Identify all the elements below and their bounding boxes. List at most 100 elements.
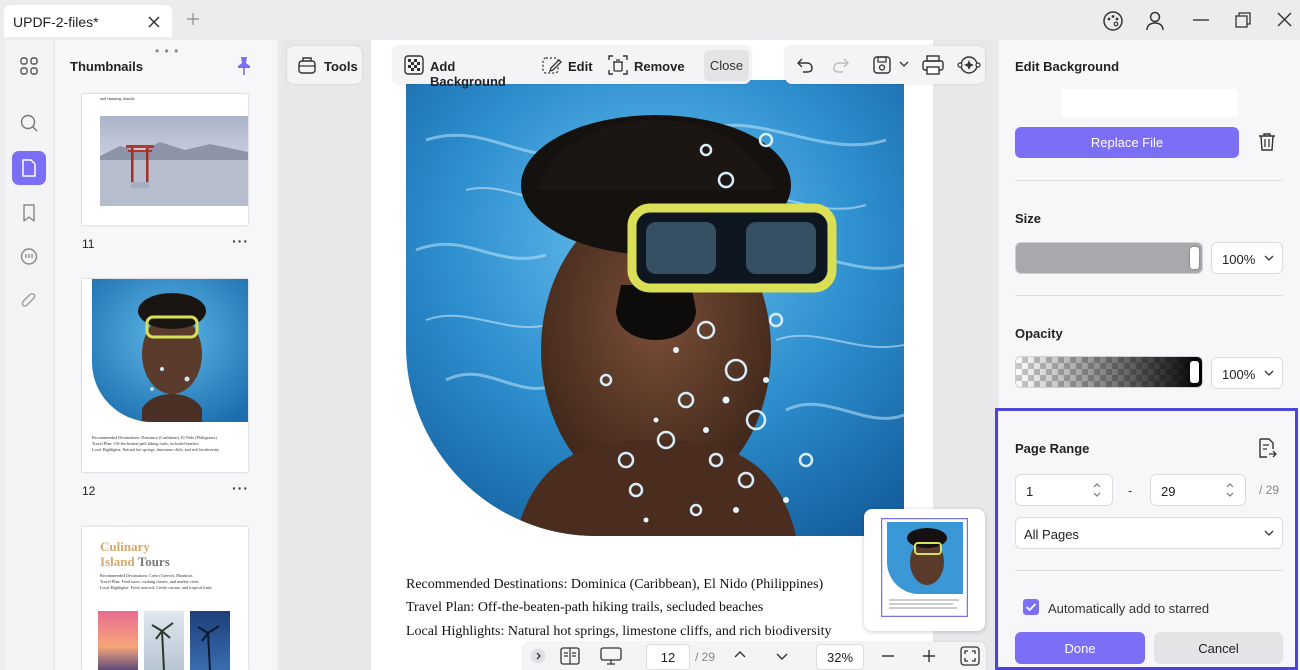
next-page-icon[interactable] bbox=[775, 652, 789, 662]
page-navigator[interactable] bbox=[864, 509, 985, 631]
attachments-button[interactable] bbox=[12, 285, 46, 319]
zoom-out-icon[interactable] bbox=[881, 655, 895, 657]
palette-icon[interactable] bbox=[1102, 10, 1124, 32]
done-button[interactable]: Done bbox=[1015, 632, 1145, 664]
opacity-label: Opacity bbox=[1015, 326, 1063, 341]
thumbnail-line: Local Highlights: Fresh seafood, Creole … bbox=[100, 585, 212, 590]
minimize-icon[interactable] bbox=[1193, 19, 1209, 21]
opacity-slider[interactable] bbox=[1015, 356, 1203, 388]
previous-page-icon[interactable] bbox=[733, 649, 747, 659]
chevron-down-icon bbox=[1264, 369, 1274, 377]
page-navigation-bar: 12 / 29 32% bbox=[523, 642, 986, 670]
document-line: Recommended Destinations: Dominica (Cari… bbox=[406, 577, 824, 592]
page-thumbnail-12[interactable]: Recommended Destinations: Dominica (Cari… bbox=[82, 279, 248, 472]
account-icon[interactable] bbox=[1145, 10, 1165, 32]
checkmark-icon bbox=[1025, 603, 1037, 612]
add-tab-icon[interactable] bbox=[186, 12, 200, 26]
opacity-dropdown[interactable]: 100% bbox=[1211, 357, 1283, 389]
divider bbox=[1015, 180, 1283, 181]
auto-star-label: Automatically add to starred bbox=[1048, 601, 1210, 616]
toolbox-icon bbox=[297, 55, 317, 75]
size-label: Size bbox=[1015, 211, 1042, 226]
pages-button[interactable] bbox=[12, 151, 46, 185]
close-button[interactable]: Close bbox=[704, 50, 749, 81]
opacity-value: 100% bbox=[1222, 367, 1256, 382]
page-layout-icon[interactable] bbox=[560, 647, 580, 665]
zoom-level-input[interactable]: 32% bbox=[816, 644, 864, 670]
document-tab[interactable]: UPDF-2-files* bbox=[4, 5, 172, 37]
remove-label: Remove bbox=[634, 59, 685, 74]
size-slider[interactable] bbox=[1015, 242, 1203, 274]
remove-background-button[interactable]: Remove bbox=[605, 46, 685, 84]
resize-grip[interactable]: • • • bbox=[155, 44, 179, 58]
grid-view-button[interactable] bbox=[12, 49, 46, 83]
page-thumbnail-13[interactable]: Culinary Island Tours Recommended Destin… bbox=[82, 527, 248, 670]
remove-background-icon bbox=[608, 55, 628, 75]
more-icon[interactable]: ··· bbox=[232, 233, 249, 249]
thumbnail-text: Recommended Destinations: Dominica (Cari… bbox=[92, 435, 242, 453]
replace-file-button[interactable]: Replace File bbox=[1015, 127, 1239, 158]
close-icon[interactable] bbox=[147, 15, 161, 29]
background-toolbar: Add Background Edit Remove bbox=[393, 46, 751, 89]
edit-label: Edit bbox=[568, 59, 593, 74]
add-background-button[interactable]: Add Background bbox=[401, 46, 527, 89]
checkerboard-icon bbox=[404, 55, 424, 75]
bookmarks-button[interactable] bbox=[12, 196, 46, 230]
stepper-icon[interactable] bbox=[1225, 480, 1235, 500]
print-icon[interactable] bbox=[922, 55, 944, 75]
auto-star-checkbox[interactable] bbox=[1023, 599, 1039, 615]
range-start-input[interactable]: 1 bbox=[1015, 474, 1113, 506]
thumbnail-line: Local Highlights: Natural hot springs, l… bbox=[92, 447, 220, 452]
expand-icon[interactable] bbox=[530, 648, 546, 664]
page-range-settings-icon[interactable] bbox=[1257, 437, 1277, 459]
close-window-icon[interactable] bbox=[1277, 12, 1292, 27]
range-separator: - bbox=[1128, 483, 1133, 498]
slider-handle[interactable] bbox=[1190, 361, 1199, 383]
page-thumbnail-11[interactable]: and stunning islands. bbox=[82, 94, 248, 225]
save-icon[interactable] bbox=[872, 55, 892, 75]
chevron-down-icon[interactable] bbox=[899, 60, 909, 68]
edit-background-icon bbox=[542, 55, 562, 75]
thumbnails-title: Thumbnails bbox=[70, 59, 143, 74]
more-icon[interactable]: ··· bbox=[232, 480, 249, 496]
heading-word: Island bbox=[100, 554, 135, 569]
bookmark-icon bbox=[23, 204, 35, 222]
slider-handle[interactable] bbox=[1190, 247, 1199, 269]
heading-word: Tours bbox=[137, 554, 170, 569]
comment-icon bbox=[20, 248, 38, 265]
left-sidebar bbox=[5, 40, 53, 670]
diver-background-image bbox=[406, 80, 904, 536]
paperclip-icon bbox=[21, 293, 36, 307]
presentation-icon[interactable] bbox=[600, 647, 622, 665]
redo-icon[interactable] bbox=[832, 56, 850, 74]
add-background-label: Add Background bbox=[430, 59, 506, 89]
stepper-icon[interactable] bbox=[1092, 480, 1102, 500]
size-value: 100% bbox=[1222, 252, 1256, 267]
document-actions-toolbar bbox=[785, 46, 985, 84]
comments-button[interactable] bbox=[12, 240, 46, 274]
document-line: Local Highlights: Natural hot springs, l… bbox=[406, 624, 832, 639]
thumbnails-panel: • • • Thumbnails and stunning islands. 1… bbox=[55, 40, 277, 670]
grid-icon bbox=[20, 57, 38, 75]
tools-button[interactable]: Tools bbox=[287, 46, 362, 84]
pin-icon[interactable] bbox=[235, 56, 253, 76]
trash-icon[interactable] bbox=[1257, 132, 1277, 152]
pages-dropdown[interactable]: All Pages bbox=[1015, 517, 1283, 549]
zoom-in-icon[interactable] bbox=[922, 649, 936, 663]
range-end-value: 29 bbox=[1161, 484, 1176, 499]
edit-background-button[interactable]: Edit bbox=[539, 46, 595, 84]
total-pages-label: / 29 bbox=[695, 650, 716, 664]
current-page-input[interactable]: 12 bbox=[646, 644, 690, 670]
ai-assistant-icon[interactable] bbox=[957, 54, 981, 76]
restore-icon[interactable] bbox=[1235, 12, 1251, 28]
size-dropdown[interactable]: 100% bbox=[1211, 242, 1283, 274]
search-button[interactable] bbox=[12, 106, 46, 140]
chevron-down-icon bbox=[1264, 529, 1274, 537]
range-start-value: 1 bbox=[1026, 484, 1034, 499]
range-end-input[interactable]: 29 bbox=[1150, 474, 1246, 506]
diver-thumbnail-image bbox=[92, 279, 248, 422]
fit-page-icon[interactable] bbox=[960, 646, 980, 666]
cancel-button[interactable]: Cancel bbox=[1154, 632, 1283, 664]
torii-photo bbox=[100, 116, 248, 206]
undo-icon[interactable] bbox=[796, 56, 814, 74]
